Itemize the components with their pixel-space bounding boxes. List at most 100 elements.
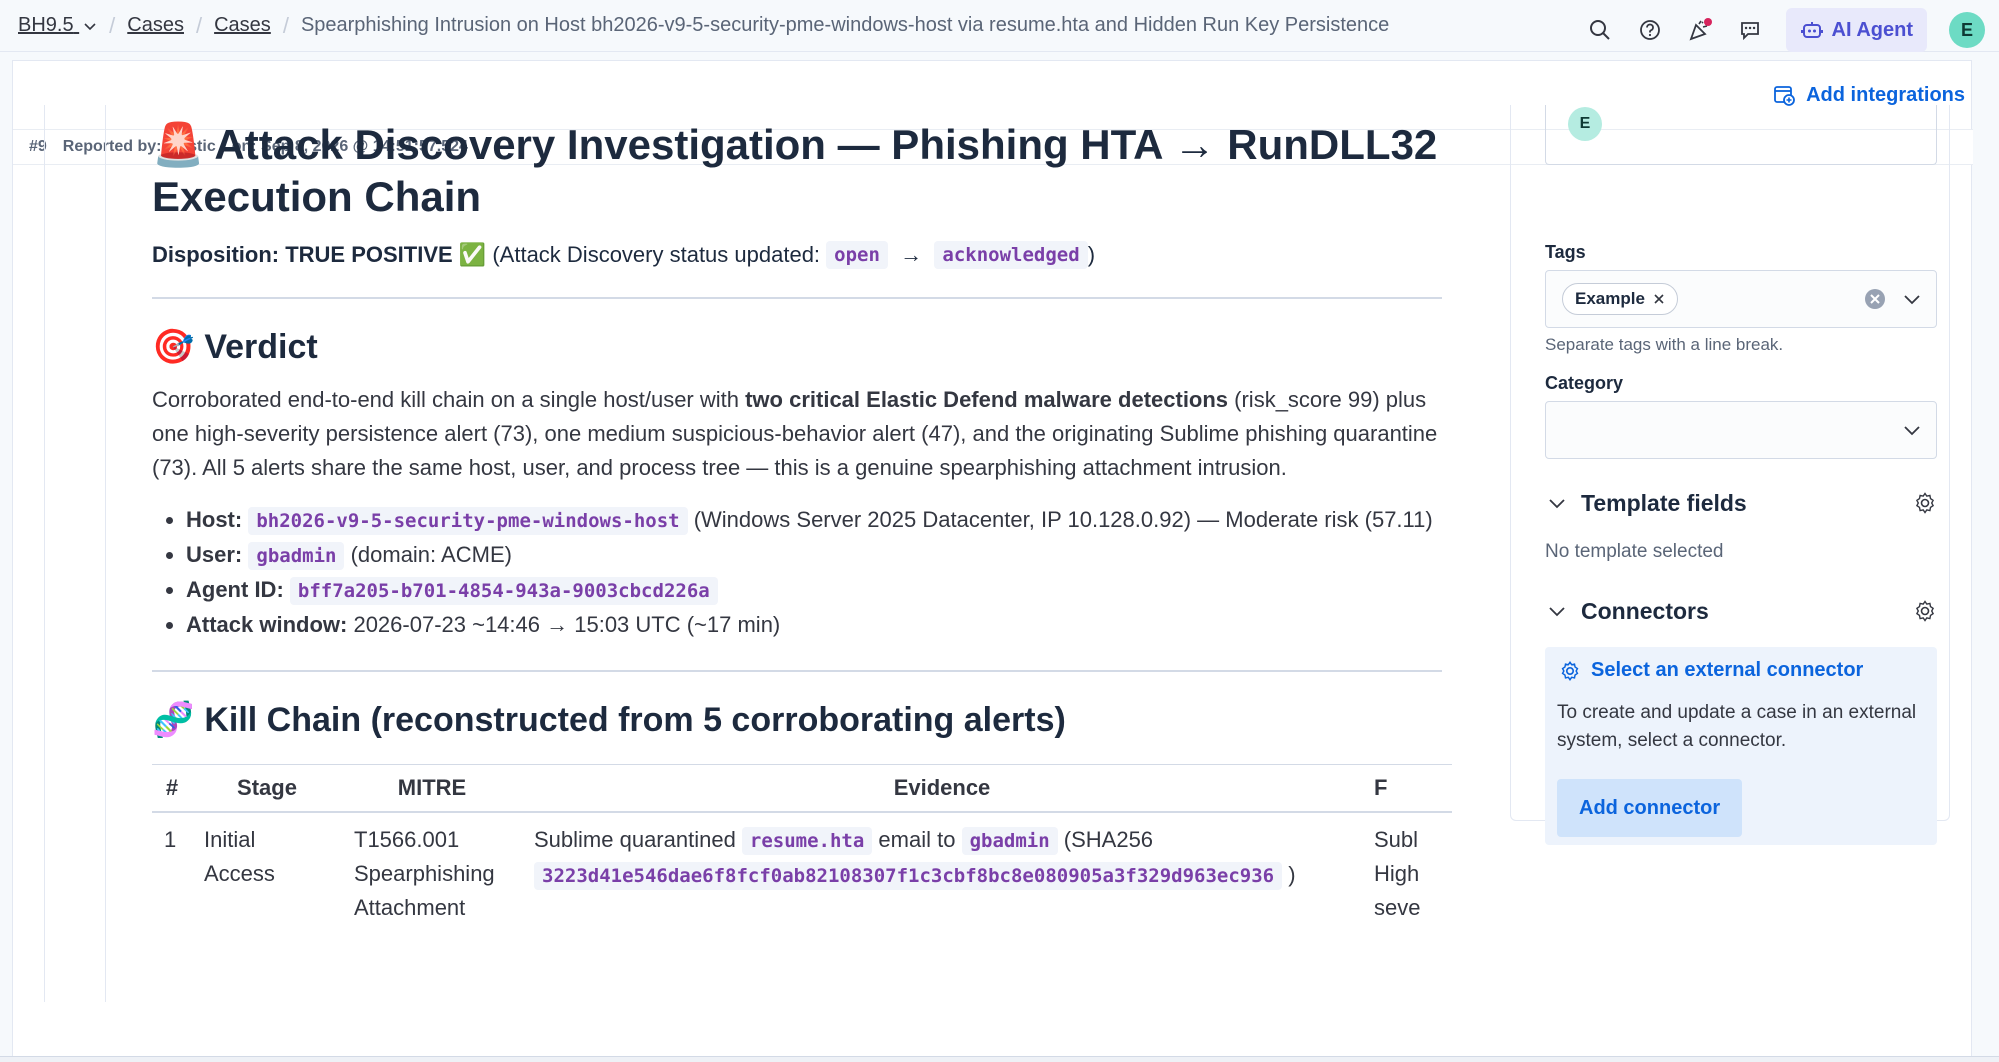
help-icon[interactable] [1636,16,1664,44]
description-card: 🚨 Attack Discovery Investigation — Phish… [105,105,1480,1002]
bottom-edge [0,1056,1999,1062]
select-connector-title: Select an external connector [1559,659,1863,682]
user-code: gbadmin [248,542,345,570]
evidence-text: (SHA256 [1057,827,1154,852]
host-code: bh2026-v9-5-security-pme-windows-host [248,507,688,535]
chevron-down-icon[interactable] [1547,601,1567,621]
user-label: User: [186,542,243,567]
status-acknowledged-code: acknowledged [934,241,1088,269]
gear-icon[interactable] [1913,491,1937,515]
list-item-host: Host: bh2026-v9-5-security-pme-windows-h… [186,503,1442,538]
category-combobox[interactable] [1545,401,1937,459]
f-line: seve [1374,895,1421,920]
connectors-title: Connectors [1581,597,1709,624]
kill-chain-table: # Stage MITRE Evidence F 1 Initial Acces… [152,764,1452,935]
mitre-name-1: Spearphishing [354,861,495,886]
template-fields-title: Template fields [1581,489,1747,516]
tag-label: Example [1575,289,1645,308]
breadcrumb-current-case: Spearphishing Intrusion on Host bh2026-v… [300,14,1390,36]
template-fields-section[interactable]: Template fields [1547,485,1937,521]
status-arrow: → [900,242,923,267]
breadcrumb-separator: / [195,12,203,38]
space-name: BH9.5 [18,14,74,36]
disposition-text: (Attack Discovery status updated: [492,242,821,267]
list-item-window: Attack window: 2026-07-23 ~14:46 → 15:03… [186,608,1442,642]
evidence-code-user: gbadmin [961,827,1058,855]
column-header: F [1362,764,1452,813]
verdict-heading-text: Verdict [204,327,318,366]
mitre-name-2: Attachment [354,895,466,920]
ai-agent-label: AI Agent [1831,18,1913,41]
breadcrumb-cases-app[interactable]: Cases [127,14,184,37]
verdict-heading: 🎯 Verdict [152,327,1442,367]
tags-combobox[interactable]: Example [1545,270,1937,328]
top-navigation-bar: BH9.5 / Cases / Cases / Spearphishing In… [0,0,1999,52]
breadcrumb-cases[interactable]: Cases [214,14,271,37]
gear-icon [1561,660,1579,681]
connector-description: To create and update a case in an extern… [1557,702,1917,751]
add-integrations-link[interactable]: Add integrations [1772,83,1965,107]
select-connector-label: Select an external connector [1591,659,1864,681]
divider [152,670,1442,672]
ai-agent-button[interactable]: AI Agent [1785,8,1927,52]
gear-icon[interactable] [1913,599,1937,623]
description-title: 🚨 Attack Discovery Investigation — Phish… [152,119,1442,223]
user-avatar[interactable]: E [1949,12,1985,48]
chevron-down-icon[interactable] [1547,493,1567,513]
kill-chain-heading: 🧬 Kill Chain (reconstructed from 5 corrob… [152,700,1442,740]
markdown-body: 🚨 Attack Discovery Investigation — Phish… [152,105,1452,935]
tags-help-text: Separate tags with a line break. [1545,335,1784,354]
chevron-down-icon[interactable] [1902,289,1922,309]
f-line: Subl [1374,827,1419,852]
integrations-icon [1774,86,1796,106]
add-connector-button[interactable]: Add connector [1557,779,1743,837]
sidebar-card: E Tags Example Separate tags with a line… [1510,105,1950,845]
tags-label: Tags [1545,242,1586,262]
close-paren: ) [1087,242,1096,267]
chat-icon[interactable] [1736,16,1764,44]
agent-label: Agent ID: [186,577,284,602]
breadcrumb-separator: / [282,12,289,38]
title-text: Attack Discovery Investigation — Phishin… [152,121,1438,220]
case-sidebar: E Tags Example Separate tags with a line… [1498,105,1960,1002]
disposition-line: Disposition: TRUE POSITIVE ✅ (Attack Dis… [152,241,1442,269]
context-list: Host: bh2026-v9-5-security-pme-windows-h… [152,503,1442,642]
evidence-text: ) [1288,862,1296,887]
mitre-id: T1566.001 [354,827,460,852]
f-line: High [1374,861,1420,886]
evidence-code-file: resume.hta [741,827,873,855]
robot-icon [1800,22,1823,38]
tag-pill: Example [1562,283,1678,315]
close-icon[interactable] [1653,293,1665,305]
cell-stage: Initial Access [204,827,275,886]
window-label: Attack window: [186,612,348,637]
assignee-avatar[interactable]: E [1568,107,1602,141]
space-selector[interactable]: BH9.5 [18,14,97,37]
clear-icon[interactable] [1864,288,1886,310]
column-header: Evidence [522,764,1362,813]
dna-emoji: 🧬 [152,701,195,739]
column-header: # [152,764,192,813]
cell-mitre: T1566.001 Spearphishing Attachment [342,812,522,935]
category-label: Category [1545,373,1624,393]
host-rest: (Windows Server 2025 Datacenter, IP 10.1… [687,507,1433,532]
evidence-code-hash: 3223d41e546dae6f8fcf0ab82108307f1c3cbf8b… [534,862,1283,890]
status-open-code: open [826,241,888,269]
case-description-area: 🚨 Attack Discovery Investigation — Phish… [44,105,1480,1002]
connectors-section[interactable]: Connectors [1547,593,1937,629]
user-rest: (domain: ACME) [344,542,512,567]
target-emoji: 🎯 [152,328,195,366]
header-actions: AI Agent E [1586,8,1985,52]
assignees-box[interactable]: E [1545,105,1937,165]
add-integrations-label: Add integrations [1806,83,1965,106]
whats-new-icon[interactable] [1686,16,1714,44]
evidence-text: email to [872,827,962,852]
search-icon[interactable] [1586,16,1614,44]
no-template-text: No template selected [1545,541,1724,562]
column-header: MITRE [342,764,522,813]
siren-emoji: 🚨 [152,121,205,168]
evidence-text: Sublime quarantined [534,827,742,852]
verdict-paragraph: Corroborated end-to-end kill chain on a … [152,383,1442,485]
agent-code: bff7a205-b701-4854-943a-9003cbcd226a [289,577,718,605]
table-header-row: # Stage MITRE Evidence F [152,764,1452,813]
